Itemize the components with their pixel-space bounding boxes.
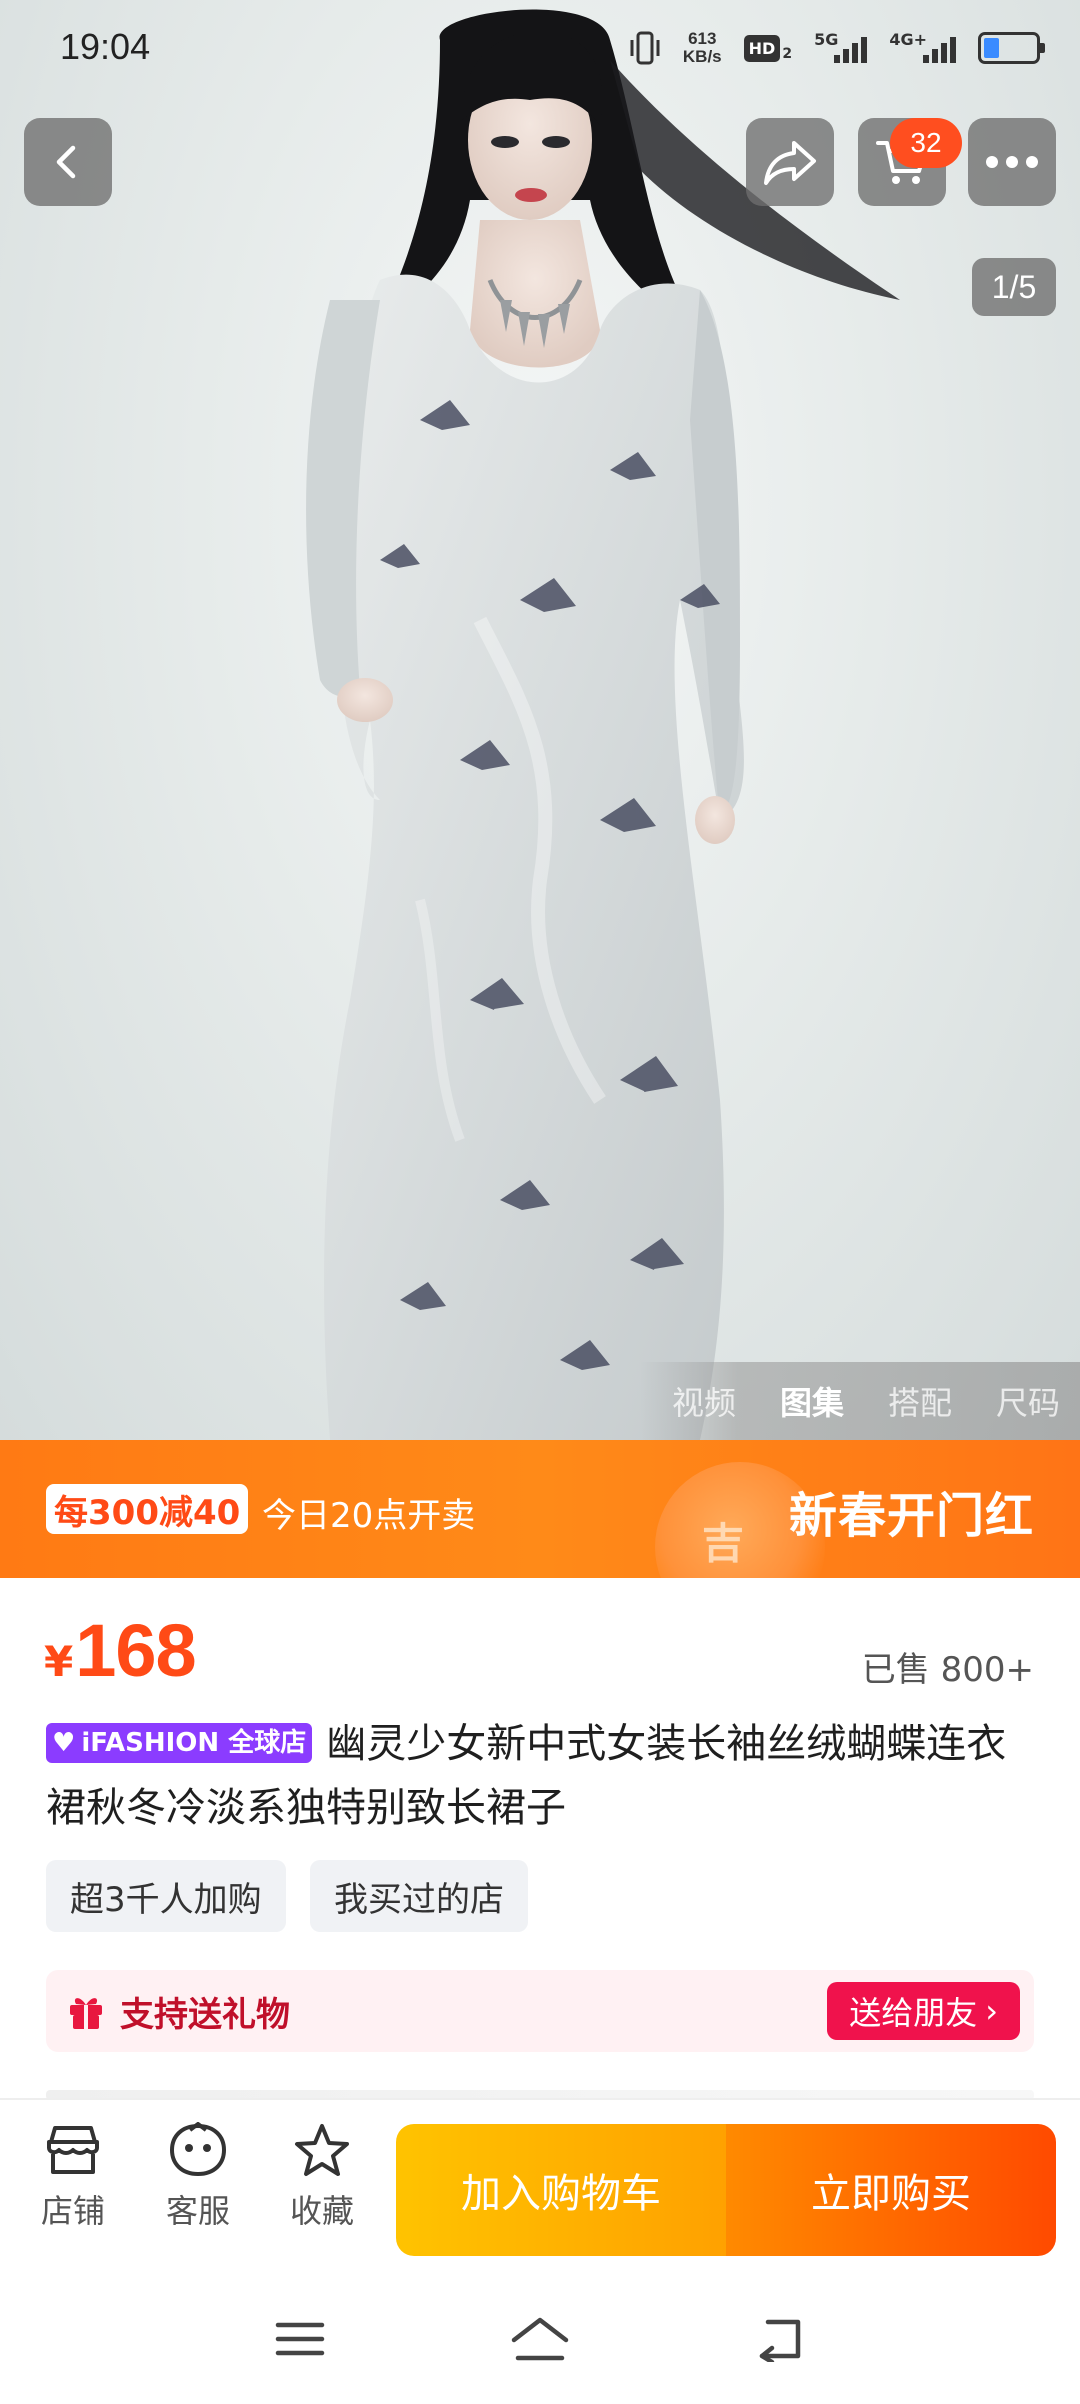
share-button[interactable] bbox=[746, 118, 834, 206]
promo-discount-tag: 每300减40 bbox=[46, 1484, 249, 1534]
chip-bought-store[interactable]: 我买过的店 bbox=[310, 1860, 528, 1932]
nav-menu-button[interactable] bbox=[260, 2304, 340, 2374]
promo-decoration-char: 吉 bbox=[702, 1519, 745, 1568]
tab-size[interactable]: 尺码 bbox=[996, 1378, 1060, 1424]
home-icon bbox=[511, 2317, 569, 2361]
system-nav-bar bbox=[0, 2274, 1080, 2404]
menu-lines-icon bbox=[275, 2322, 325, 2356]
return-icon bbox=[759, 2319, 801, 2362]
send-to-friend-button[interactable]: 送给朋友 › bbox=[827, 1982, 1020, 2040]
promo-title: 新春开门红 bbox=[788, 1488, 1034, 1544]
status-time: 19:04 bbox=[60, 26, 151, 67]
tab-video[interactable]: 视频 bbox=[672, 1378, 736, 1424]
service-button[interactable]: 客服 bbox=[143, 2122, 253, 2232]
shop-button[interactable]: 店铺 bbox=[18, 2122, 128, 2232]
bottom-action-bar: 店铺 客服 收藏 加入购物车 立即购买 bbox=[0, 2098, 1080, 2274]
product-image[interactable]: 19:04 613 KB/s HD 2 5G 4G+ 32 1/5 视频 图集 … bbox=[0, 0, 1080, 1440]
image-counter: 1/5 bbox=[972, 258, 1056, 316]
nav-home-button[interactable] bbox=[500, 2304, 580, 2374]
nav-back-button[interactable] bbox=[740, 2304, 820, 2374]
signal-bars-icon bbox=[834, 33, 868, 63]
promo-banner[interactable]: 每300减40 今日20点开卖 吉 新春开门红 bbox=[0, 1440, 1080, 1578]
store-icon bbox=[47, 2126, 99, 2174]
favorite-button[interactable]: 收藏 bbox=[267, 2122, 377, 2232]
status-bar: 19:04 613 KB/s HD 2 5G 4G+ bbox=[0, 0, 1080, 96]
more-dots-icon bbox=[986, 156, 1038, 168]
service-label: 客服 bbox=[165, 2192, 230, 2230]
signal-4g: 4G+ bbox=[889, 30, 956, 63]
chevron-right-icon: › bbox=[985, 1992, 998, 2030]
hd-indicator: HD 2 bbox=[743, 34, 792, 62]
heart-icon: ♥ bbox=[52, 1728, 76, 1758]
signal-5g: 5G bbox=[814, 30, 868, 63]
add-to-cart-button[interactable]: 加入购物车 bbox=[396, 2124, 726, 2256]
shop-label: 店铺 bbox=[40, 2192, 105, 2230]
price: ¥ 168 bbox=[44, 1608, 197, 1693]
share-arrow-icon bbox=[764, 141, 816, 185]
status-icons: 613 KB/s HD 2 5G 4G+ bbox=[629, 26, 1045, 70]
signal-bars-icon bbox=[923, 33, 956, 63]
vibrate-icon bbox=[630, 31, 660, 65]
more-button[interactable] bbox=[968, 118, 1056, 206]
star-icon bbox=[295, 2124, 349, 2176]
price-currency: ¥ bbox=[44, 1637, 74, 1686]
model-photo bbox=[306, 9, 900, 1440]
brand-badge[interactable]: ♥ iFASHION 全球店 bbox=[46, 1723, 313, 1763]
sold-count: 已售 800+ bbox=[861, 1650, 1034, 1690]
chevron-left-icon bbox=[56, 145, 76, 179]
media-tabs: 视频 图集 搭配 尺码 bbox=[640, 1362, 1080, 1440]
send-to-friend-label: 送给朋友 bbox=[849, 1994, 978, 2032]
back-button[interactable] bbox=[24, 118, 112, 206]
tab-outfit[interactable]: 搭配 bbox=[888, 1378, 952, 1424]
chat-face-icon bbox=[169, 2122, 227, 2177]
gift-row[interactable]: 支持送礼物 送给朋友 › bbox=[46, 1970, 1034, 2052]
battery-icon bbox=[978, 32, 1045, 64]
tab-gallery[interactable]: 图集 bbox=[780, 1378, 844, 1424]
gift-box-icon bbox=[70, 1998, 102, 2029]
promo-subtitle: 今日20点开卖 bbox=[262, 1496, 476, 1536]
gift-text: 支持送礼物 bbox=[120, 1994, 290, 2035]
cart-count-badge: 32 bbox=[890, 118, 962, 168]
buy-now-button[interactable]: 立即购买 bbox=[726, 2124, 1056, 2256]
chip-add-cart-count[interactable]: 超3千人加购 bbox=[46, 1860, 286, 1932]
net-speed: 613 KB/s bbox=[682, 29, 722, 66]
price-value: 168 bbox=[75, 1609, 196, 1692]
favorite-label: 收藏 bbox=[289, 2192, 354, 2230]
product-title[interactable]: ♥ iFASHION 全球店 幽灵少女新中式女装长袖丝绒蝴蝶连衣裙秋冬冷淡系独特… bbox=[46, 1712, 1046, 1840]
